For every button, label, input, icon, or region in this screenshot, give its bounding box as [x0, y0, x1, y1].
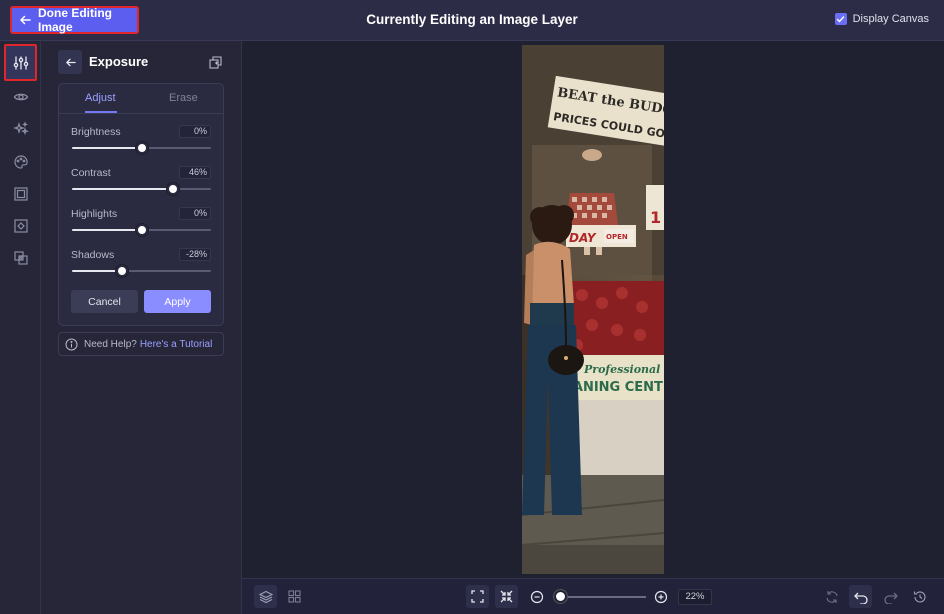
slider-track[interactable]: [72, 142, 211, 154]
slider-thumb[interactable]: [135, 224, 148, 236]
tool-rail: [0, 41, 41, 614]
duplicate-layer-button[interactable]: [206, 53, 224, 71]
done-editing-label: Done Editing Image: [38, 6, 112, 34]
rail-item-mask[interactable]: [4, 209, 37, 242]
apply-button[interactable]: Apply: [144, 290, 211, 313]
sign-text-cleaning: EANING CENT: [564, 380, 663, 395]
refresh-button[interactable]: [820, 585, 843, 608]
palette-icon: [13, 154, 29, 170]
tab-adjust[interactable]: Adjust: [85, 92, 116, 104]
slider-value-input[interactable]: 0%: [179, 207, 211, 220]
slider-thumb[interactable]: [116, 265, 129, 277]
redo-icon: [883, 590, 898, 604]
undo-button[interactable]: [849, 585, 872, 608]
slider-value-input[interactable]: -28%: [179, 248, 211, 261]
sparkle-effects-icon: [12, 120, 29, 137]
info-icon: [65, 338, 78, 351]
layers-icon: [258, 590, 273, 604]
slider-track[interactable]: [72, 224, 211, 236]
exposure-panel: Exposure Adjust Erase Brightness 0% Cont…: [41, 41, 242, 614]
refresh-icon: [825, 590, 839, 604]
sign-text-price: 1: [650, 208, 661, 227]
display-canvas-label: Display Canvas: [852, 13, 929, 25]
slider-thumb[interactable]: [167, 183, 180, 195]
adjust-sliders-icon: [13, 55, 29, 71]
expand-icon: [471, 590, 484, 603]
layers-button[interactable]: [254, 585, 277, 608]
help-text: Need Help?: [84, 338, 137, 350]
zoom-slider-thumb[interactable]: [554, 590, 568, 603]
slider-fill: [72, 147, 142, 149]
zoom-level[interactable]: 22%: [678, 589, 712, 605]
image-layer[interactable]: BEAT the BUDGET & BUY PRICES COULD GO U …: [522, 45, 664, 574]
panel-back-button[interactable]: [58, 50, 82, 74]
top-bar: Done Editing Image Currently Editing an …: [0, 0, 944, 41]
zoom-in-icon: [654, 590, 668, 604]
zoom-out-button[interactable]: [525, 585, 548, 608]
arrow-left-icon: [19, 14, 31, 26]
slider-highlights: Highlights 0%: [71, 207, 211, 244]
rail-item-frame[interactable]: [4, 177, 37, 210]
arrow-left-icon: [65, 57, 76, 68]
grid-button[interactable]: [283, 585, 306, 608]
page-title: Currently Editing an Image Layer: [366, 12, 578, 27]
slider-label: Highlights: [71, 208, 118, 220]
zoom-in-button[interactable]: [649, 585, 672, 608]
slider-label: Shadows: [71, 249, 115, 261]
fit-to-screen-button[interactable]: [466, 585, 489, 608]
slider-contrast: Contrast 46%: [71, 166, 211, 203]
slider-fill: [72, 188, 174, 190]
slider-value-input[interactable]: 0%: [179, 125, 211, 138]
rail-item-color[interactable]: [4, 145, 37, 178]
redo-button[interactable]: [879, 585, 902, 608]
bottom-toolbar: 22%: [242, 578, 944, 614]
slider-label: Brightness: [71, 126, 121, 138]
panel-header: Exposure: [58, 50, 224, 74]
help-box: Need Help? Here's a Tutorial: [58, 332, 224, 356]
eye-icon: [13, 89, 29, 105]
collapse-icon: [500, 590, 513, 603]
zoom-out-icon: [530, 590, 544, 604]
slider-value-input[interactable]: 46%: [179, 166, 211, 179]
duplicate-icon: [208, 55, 222, 69]
history-button[interactable]: [908, 585, 931, 608]
history-icon: [913, 590, 927, 604]
tab-erase[interactable]: Erase: [169, 92, 198, 104]
display-canvas-checkbox[interactable]: [834, 13, 847, 25]
editor-canvas[interactable]: BEAT the BUDGET & BUY PRICES COULD GO U …: [242, 41, 944, 578]
tutorial-link[interactable]: Here's a Tutorial: [140, 339, 213, 350]
slider-track[interactable]: [72, 183, 211, 195]
display-canvas-toggle[interactable]: Display Canvas: [834, 13, 929, 25]
active-tab-indicator: [85, 111, 117, 113]
rail-item-adjust[interactable]: [4, 44, 37, 81]
frame-icon: [13, 186, 29, 202]
slider-thumb[interactable]: [135, 142, 148, 154]
slider-track[interactable]: [72, 265, 211, 277]
mask-icon: [13, 218, 29, 234]
sign-text-open: OPEN: [606, 233, 628, 241]
rail-item-effects[interactable]: [4, 112, 37, 145]
slider-label: Contrast: [71, 167, 111, 179]
shrink-button[interactable]: [495, 585, 518, 608]
adjust-card: Adjust Erase Brightness 0% Contrast 46% …: [58, 83, 224, 326]
panel-tabs: Adjust Erase: [59, 84, 223, 114]
done-editing-button[interactable]: Done Editing Image: [10, 6, 139, 34]
slider-fill: [72, 229, 142, 231]
rail-item-view[interactable]: [4, 80, 37, 113]
zoom-slider-track[interactable]: [560, 596, 646, 598]
layers-overlap-icon: [13, 250, 29, 266]
sign-text-professional: Professional: [583, 363, 660, 376]
rail-item-overlap[interactable]: [4, 241, 37, 274]
slider-brightness: Brightness 0%: [71, 125, 211, 162]
panel-title: Exposure: [89, 54, 149, 69]
slider-shadows: Shadows -28%: [71, 248, 211, 285]
cancel-button[interactable]: Cancel: [71, 290, 138, 313]
undo-icon: [853, 590, 868, 604]
slider-fill: [72, 270, 123, 272]
sign-text-day: DAY: [569, 231, 597, 245]
grid-icon: [288, 590, 301, 603]
